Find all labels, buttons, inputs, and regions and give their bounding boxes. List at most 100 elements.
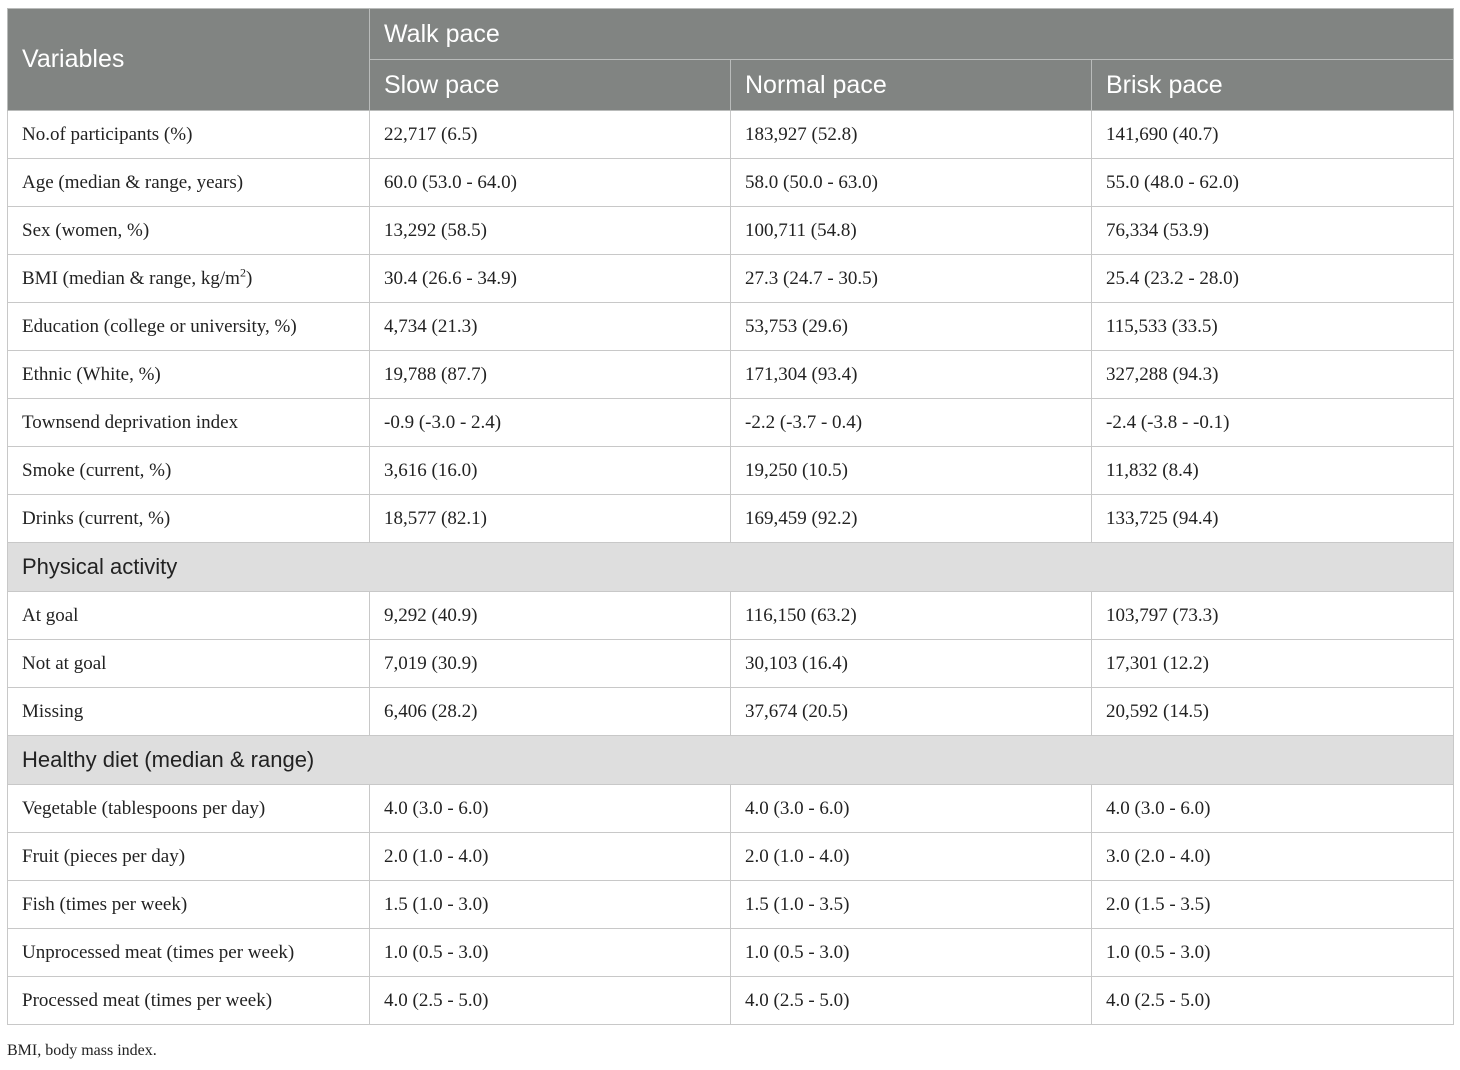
cell-slow: 4.0 (2.5 - 5.0) (369, 976, 731, 1025)
cell-slow: 7,019 (30.9) (369, 639, 731, 688)
cell-brisk: 103,797 (73.3) (1090, 591, 1455, 640)
row-label: Townsend deprivation index (7, 398, 370, 447)
cell-slow: 1.5 (1.0 - 3.0) (369, 880, 731, 929)
cell-normal: 37,674 (20.5) (730, 687, 1092, 736)
cell-slow: 4,734 (21.3) (369, 302, 731, 351)
table-row: Sex (women, %) 13,292 (58.5) 100,711 (54… (7, 206, 1455, 255)
section-title: Physical activity (6, 542, 1455, 592)
cell-slow: 2.0 (1.0 - 4.0) (369, 832, 731, 881)
cell-brisk: 20,592 (14.5) (1090, 687, 1455, 736)
cell-normal: 171,304 (93.4) (730, 350, 1092, 399)
cell-normal: 2.0 (1.0 - 4.0) (730, 832, 1092, 881)
header-slow-pace: Slow pace (369, 59, 731, 111)
row-label-text: BMI (median & range, kg/m (22, 267, 240, 289)
table-row: Fish (times per week) 1.5 (1.0 - 3.0) 1.… (7, 880, 1455, 929)
row-label: Sex (women, %) (7, 206, 370, 255)
table-row: At goal 9,292 (40.9) 116,150 (63.2) 103,… (7, 591, 1455, 640)
cell-brisk: 141,690 (40.7) (1090, 110, 1455, 159)
row-label: Education (college or university, %) (7, 302, 370, 351)
table-row: Processed meat (times per week) 4.0 (2.5… (7, 976, 1455, 1025)
table-row: Unprocessed meat (times per week) 1.0 (0… (7, 928, 1455, 977)
cell-normal: 1.5 (1.0 - 3.5) (730, 880, 1092, 929)
table-footnote: BMI, body mass index. (7, 1042, 157, 1059)
cell-brisk: 115,533 (33.5) (1090, 302, 1455, 351)
characteristics-table: Variables Walk pace Slow pace Normal pac… (6, 8, 1455, 1025)
cell-normal: 4.0 (2.5 - 5.0) (730, 976, 1092, 1025)
table-row: Education (college or university, %) 4,7… (7, 302, 1455, 351)
cell-slow: 22,717 (6.5) (369, 110, 731, 159)
cell-slow: 13,292 (58.5) (369, 206, 731, 255)
table-row: Ethnic (White, %) 19,788 (87.7) 171,304 … (7, 350, 1455, 399)
row-label: Drinks (current, %) (7, 494, 370, 543)
cell-brisk: 76,334 (53.9) (1090, 206, 1455, 255)
cell-slow: 3,616 (16.0) (369, 446, 731, 495)
cell-normal: 27.3 (24.7 - 30.5) (730, 254, 1092, 303)
cell-slow: -0.9 (-3.0 - 2.4) (369, 398, 731, 447)
cell-normal: 53,753 (29.6) (730, 302, 1092, 351)
table-row: Age (median & range, years) 60.0 (53.0 -… (7, 158, 1455, 207)
table-row: No.of participants (%) 22,717 (6.5) 183,… (7, 110, 1455, 159)
section-header-healthy-diet: Healthy diet (median & range) (6, 735, 1455, 785)
table-row: BMI (median & range, kg/m2) 30.4 (26.6 -… (7, 254, 1455, 303)
cell-brisk: 3.0 (2.0 - 4.0) (1090, 832, 1455, 881)
row-label: Not at goal (7, 639, 370, 688)
cell-slow: 6,406 (28.2) (369, 687, 731, 736)
cell-normal: 169,459 (92.2) (730, 494, 1092, 543)
cell-normal: 30,103 (16.4) (730, 639, 1092, 688)
cell-brisk: 327,288 (94.3) (1090, 350, 1455, 399)
row-label: Fish (times per week) (7, 880, 370, 929)
cell-slow: 19,788 (87.7) (369, 350, 731, 399)
row-label: BMI (median & range, kg/m2) (7, 254, 370, 303)
cell-normal: -2.2 (-3.7 - 0.4) (730, 398, 1092, 447)
header-walk-pace: Walk pace (368, 8, 1455, 60)
table-row: Fruit (pieces per day) 2.0 (1.0 - 4.0) 2… (7, 832, 1455, 881)
table-body: No.of participants (%) 22,717 (6.5) 183,… (6, 110, 1455, 1025)
row-label: Unprocessed meat (times per week) (7, 928, 370, 977)
cell-slow: 9,292 (40.9) (369, 591, 731, 640)
cell-normal: 183,927 (52.8) (730, 110, 1092, 159)
table-row: Missing 6,406 (28.2) 37,674 (20.5) 20,59… (7, 687, 1455, 736)
table-header: Variables Walk pace Slow pace Normal pac… (7, 8, 1455, 111)
row-label: At goal (7, 591, 370, 640)
section-header-physical-activity: Physical activity (6, 542, 1455, 592)
table-row: Smoke (current, %) 3,616 (16.0) 19,250 (… (7, 446, 1455, 495)
header-variables: Variables (7, 8, 370, 111)
cell-normal: 100,711 (54.8) (730, 206, 1092, 255)
cell-normal: 1.0 (0.5 - 3.0) (730, 928, 1092, 977)
cell-normal: 19,250 (10.5) (730, 446, 1092, 495)
cell-brisk: 11,832 (8.4) (1090, 446, 1455, 495)
row-label: No.of participants (%) (7, 110, 370, 159)
cell-slow: 60.0 (53.0 - 64.0) (369, 158, 731, 207)
cell-brisk: 17,301 (12.2) (1090, 639, 1455, 688)
row-label: Fruit (pieces per day) (7, 832, 370, 881)
section-title: Healthy diet (median & range) (6, 735, 1455, 785)
cell-brisk: 4.0 (2.5 - 5.0) (1090, 976, 1455, 1025)
cell-normal: 4.0 (3.0 - 6.0) (730, 784, 1092, 833)
row-label: Age (median & range, years) (7, 158, 370, 207)
cell-slow: 1.0 (0.5 - 3.0) (369, 928, 731, 977)
cell-brisk: -2.4 (-3.8 - -0.1) (1090, 398, 1455, 447)
table-row: Vegetable (tablespoons per day) 4.0 (3.0… (7, 784, 1455, 833)
row-label: Processed meat (times per week) (7, 976, 370, 1025)
cell-brisk: 2.0 (1.5 - 3.5) (1090, 880, 1455, 929)
cell-brisk: 133,725 (94.4) (1090, 494, 1455, 543)
cell-brisk: 55.0 (48.0 - 62.0) (1090, 158, 1455, 207)
table-row: Drinks (current, %) 18,577 (82.1) 169,45… (7, 494, 1455, 543)
cell-brisk: 4.0 (3.0 - 6.0) (1090, 784, 1455, 833)
row-label: Ethnic (White, %) (7, 350, 370, 399)
row-label-suffix: ) (245, 267, 253, 289)
table-row: Not at goal 7,019 (30.9) 30,103 (16.4) 1… (7, 639, 1455, 688)
table-row: Townsend deprivation index -0.9 (-3.0 - … (7, 398, 1455, 447)
cell-normal: 58.0 (50.0 - 63.0) (730, 158, 1092, 207)
row-label: Smoke (current, %) (7, 446, 370, 495)
header-brisk-pace: Brisk pace (1090, 59, 1455, 111)
cell-slow: 18,577 (82.1) (369, 494, 731, 543)
row-label: Missing (7, 687, 370, 736)
header-normal-pace: Normal pace (730, 59, 1092, 111)
cell-normal: 116,150 (63.2) (730, 591, 1092, 640)
row-label: Vegetable (tablespoons per day) (7, 784, 370, 833)
cell-brisk: 1.0 (0.5 - 3.0) (1090, 928, 1455, 977)
cell-slow: 30.4 (26.6 - 34.9) (369, 254, 731, 303)
cell-slow: 4.0 (3.0 - 6.0) (369, 784, 731, 833)
cell-brisk: 25.4 (23.2 - 28.0) (1090, 254, 1455, 303)
